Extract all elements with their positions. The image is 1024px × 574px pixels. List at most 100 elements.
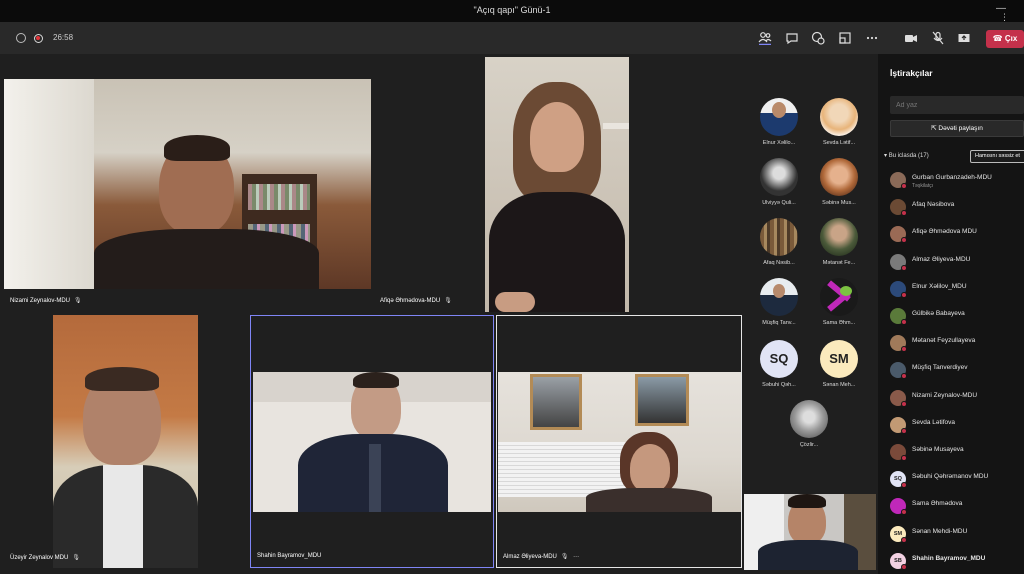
- gallery-name: Müşfiq Tanv...: [762, 320, 796, 326]
- participant-name: Sama Əhmədova: [912, 500, 963, 508]
- presence-icon: [901, 536, 907, 543]
- video-tile[interactable]: Shahin Bayramov_MDU: [250, 315, 494, 568]
- avatar: [760, 158, 798, 196]
- section-label: Bu iclasda (17): [888, 153, 929, 159]
- rooms-icon[interactable]: [838, 31, 852, 45]
- participant-name: Sənan Mehdi-MDU: [912, 527, 968, 535]
- gallery-name: Elnur Xəlilo...: [762, 140, 796, 146]
- gallery-participant[interactable]: Sevda Lətif...: [817, 98, 861, 146]
- search-input[interactable]: [890, 96, 1024, 114]
- avatar: [820, 98, 858, 136]
- participant-name: Afaq Nəsibova: [912, 201, 955, 209]
- avatar: SQ: [760, 340, 798, 378]
- mute-all-button[interactable]: Hamısını səssiz et: [970, 150, 1024, 163]
- more-icon[interactable]: [865, 31, 879, 45]
- avatar: SM: [820, 340, 858, 378]
- participant-row[interactable]: Almaz Əliyeva-MDU: [890, 253, 1024, 272]
- participant-name: Üzeyir Zeynalov MDU 🎙: [10, 555, 80, 561]
- participant-row[interactable]: Elnur Xəlilov_MDU: [890, 280, 1024, 299]
- mic-off-icon[interactable]: [931, 31, 945, 45]
- shield-icon: [16, 33, 26, 43]
- participant-name: Gülbikə Babayeva: [912, 310, 965, 317]
- participant-name: Nizami Zeynalov-MDU: [912, 391, 978, 399]
- presence-icon: [901, 237, 907, 244]
- share-invite-button[interactable]: ⇱ Dəvəti paylaşın: [890, 120, 1024, 137]
- mic-off-icon: 🎙: [560, 554, 569, 560]
- participant-name: Shahin Bayramov_MDU: [257, 553, 322, 559]
- participant-name: Gurban Gurbanzadeh-MDU: [912, 174, 992, 181]
- gallery-participant[interactable]: Sama Əhm...: [817, 278, 861, 326]
- gallery-name: Afaq Nəsib...: [763, 260, 795, 266]
- avatar: [820, 218, 858, 256]
- avatar: [820, 278, 858, 316]
- participant-name: Elnur Xəlilov_MDU: [912, 282, 967, 290]
- phone-icon: ☎: [992, 34, 1005, 43]
- gallery-name: Səbuhi Qəh...: [762, 382, 796, 388]
- mic-off-icon: 🎙: [74, 298, 82, 304]
- gallery-participant[interactable]: Elnur Xəlilo...: [757, 98, 801, 146]
- video-tile[interactable]: Afiqə Əhmədova-MDU 🎙: [376, 54, 742, 312]
- participant-row[interactable]: Səbinə Musayeva: [890, 444, 1024, 462]
- invite-label: Dəvəti paylaşın: [938, 125, 983, 132]
- mic-off-icon: 🎙: [72, 555, 80, 561]
- leave-button[interactable]: ☎ Çıx: [986, 30, 1024, 48]
- gallery-participant[interactable]: Səbinə Mus...: [817, 158, 861, 206]
- gallery-participant[interactable]: SM Sənan Meh...: [817, 340, 861, 388]
- video-tile[interactable]: Almaz Əliyeva-MDU 🎙 ···: [496, 315, 742, 568]
- participant-video: [53, 315, 198, 568]
- participant-row[interactable]: Mətanət Feyzullayeva: [890, 335, 1024, 353]
- panel-more-icon[interactable]: ⋮: [1000, 12, 1009, 23]
- tile-more-icon[interactable]: ···: [573, 554, 579, 560]
- section-header[interactable]: ▾ Bu iclasda (17): [884, 152, 929, 159]
- meeting-timer: 26:58: [53, 33, 74, 42]
- participant-row[interactable]: SQ Səbuhi Qəhrəmanov MDU: [890, 471, 1024, 489]
- title-bar: "Açıq qapı" Günü-1 —: [0, 0, 1024, 22]
- participant-name: Nizami Zeynalov-MDU 🎙: [10, 298, 82, 304]
- record-icon: [34, 34, 43, 43]
- people-icon[interactable]: [758, 31, 772, 45]
- participant-row[interactable]: Sama Əhmədova: [890, 498, 1024, 516]
- video-tile[interactable]: Üzeyir Zeynalov MDU 🎙: [0, 315, 248, 574]
- participant-name: Shahin Bayramov_MDU: [912, 554, 986, 562]
- participant-row[interactable]: SM Sənan Mehdi-MDU: [890, 525, 1024, 544]
- video-stage: Nizami Zeynalov-MDU 🎙 Afiqə Əhmədova-MDU 🎙…: [0, 54, 878, 574]
- avatar: [760, 98, 798, 136]
- avatar: [760, 278, 798, 316]
- participant-name: Almaz Əliyeva-MDU: [912, 255, 971, 263]
- participant-video: [485, 57, 629, 312]
- participant-row[interactable]: Afaq Nəsibova: [890, 199, 1024, 217]
- participant-name: Almaz Əliyeva-MDU 🎙 ···: [503, 554, 580, 560]
- presence-icon: [901, 563, 907, 570]
- self-view[interactable]: [744, 494, 876, 570]
- chat-icon[interactable]: [785, 31, 799, 45]
- avatar: [820, 158, 858, 196]
- presence-icon: [901, 319, 907, 325]
- participant-row[interactable]: Afiqə Əhmədova MDU: [890, 226, 1024, 244]
- gallery-participant[interactable]: Çözlir...: [787, 400, 831, 448]
- participants-panel: İştirakçılar ⇱ Dəvəti paylaşın ▾ Bu icla…: [878, 54, 1024, 574]
- mic-off-icon: 🎙: [444, 298, 452, 304]
- gallery-participant[interactable]: Afaq Nəsib...: [757, 218, 801, 266]
- avatar: [790, 400, 828, 438]
- presence-icon: [901, 183, 907, 189]
- camera-icon[interactable]: [904, 31, 918, 45]
- participant-row[interactable]: Sevda Lətifova: [890, 416, 1024, 435]
- video-tile[interactable]: Nizami Zeynalov-MDU 🎙: [0, 54, 372, 312]
- gallery-participant[interactable]: Müşfiq Tanv...: [757, 278, 801, 326]
- participant-row[interactable]: Gurban Gurbanzadeh-MDU Təşkilatçı: [890, 172, 1024, 190]
- gallery-participant[interactable]: SQ Səbuhi Qəh...: [757, 340, 801, 388]
- participant-row[interactable]: Nizami Zeynalov-MDU: [890, 389, 1024, 408]
- participant-row[interactable]: Müşfiq Tanverdiyev: [890, 362, 1024, 380]
- gallery-participant[interactable]: Mətanət Fe...: [817, 218, 861, 266]
- share-icon[interactable]: [957, 31, 971, 45]
- participant-name: Afiqə Əhmədova-MDU 🎙: [380, 298, 452, 304]
- react-icon[interactable]: [811, 31, 825, 45]
- presence-icon: [901, 400, 907, 407]
- gallery-name: Sənan Meh...: [822, 382, 856, 388]
- presence-icon: [901, 346, 907, 353]
- participant-row[interactable]: SB Shahin Bayramov_MDU: [890, 552, 1024, 571]
- gallery-participant[interactable]: Ulviyyə Quli...: [757, 158, 801, 206]
- participant-row[interactable]: Gülbikə Babayeva: [890, 308, 1024, 326]
- meeting-toolbar: 26:58 ☎ Çıx: [0, 22, 1024, 54]
- participant-video: [253, 372, 491, 512]
